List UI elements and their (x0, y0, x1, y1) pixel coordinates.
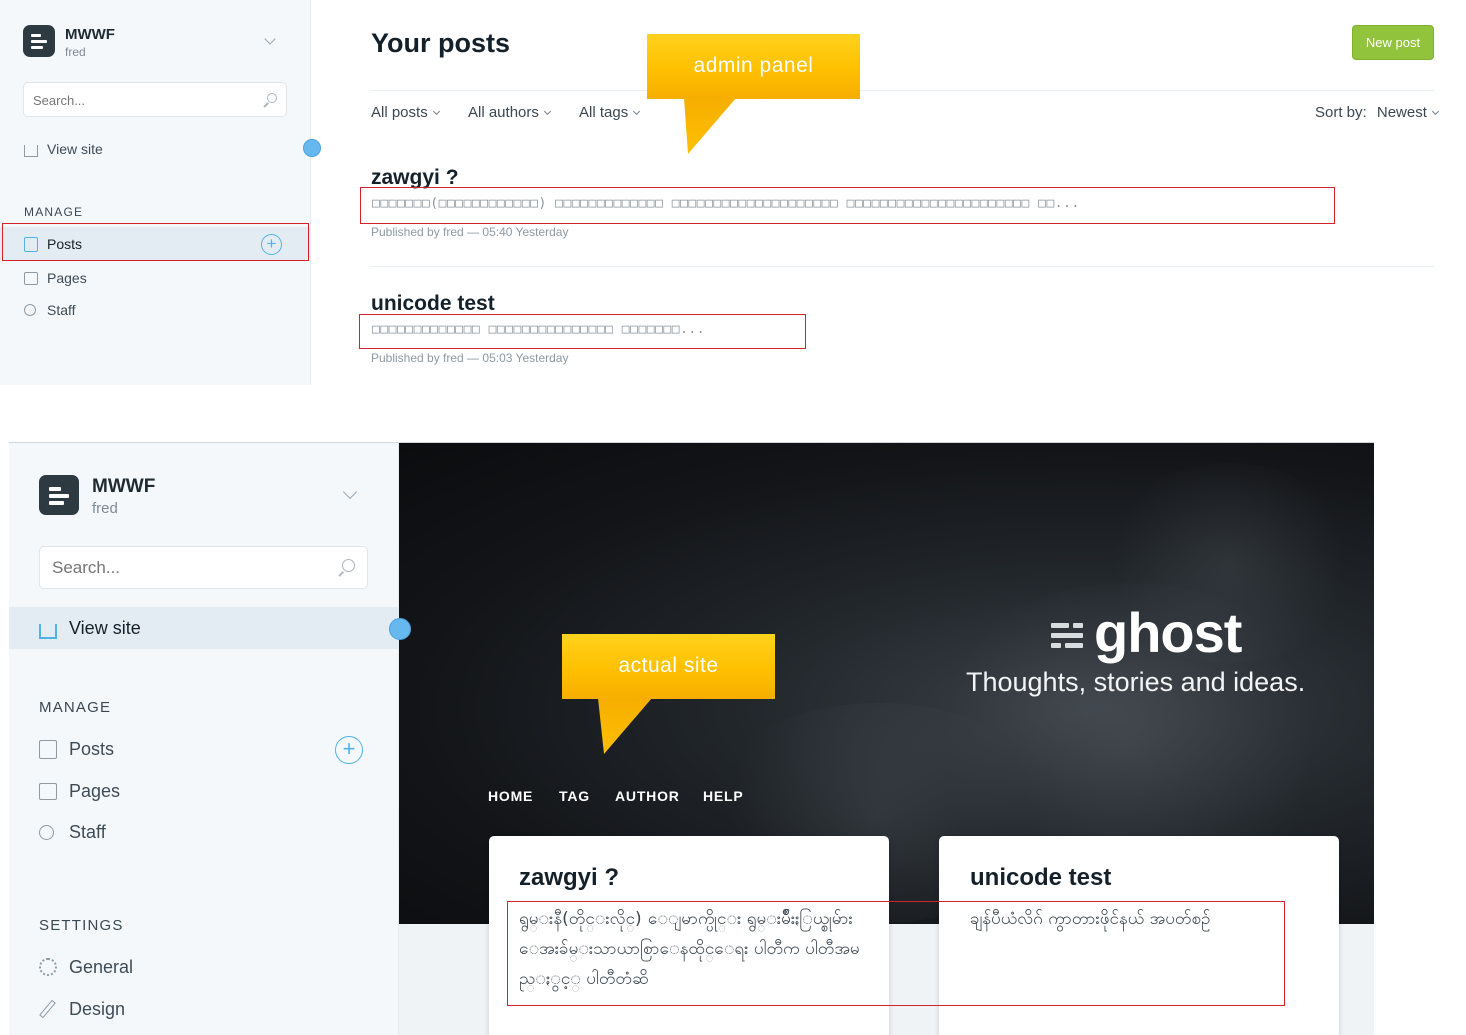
search-input[interactable] (33, 91, 253, 109)
card-excerpt: ချန်ပီယံလိဂ် ကွာတားဖိုင်နယ် အပတ်စဉ် (970, 909, 1211, 929)
post-card[interactable]: zawgyi ? ရွမ္းနီ(တိုင္းလိုင္) ေျမာက္ပိုင… (489, 836, 889, 1035)
add-post-icon[interactable]: + (261, 234, 282, 255)
card-excerpt: ရွမ္းနီ(တိုင္းလိုင္) ေျမာက္ပိုင္း ရွမ္းမ… (519, 909, 860, 989)
home-icon (39, 623, 57, 639)
sidebar-item-staff[interactable]: Staff (9, 818, 398, 846)
chevron-down-icon[interactable] (264, 33, 276, 45)
nav-tag[interactable]: TAG (559, 788, 590, 804)
sidebar-item-view-site[interactable]: View site (0, 136, 310, 162)
manage-section-label: MANAGE (24, 205, 84, 219)
brush-icon (39, 999, 56, 1019)
search-input[interactable] (52, 557, 322, 579)
sidebar-item-pages[interactable]: Pages (9, 777, 398, 805)
nav-help[interactable]: HELP (703, 788, 744, 804)
post-card[interactable]: unicode test ချန်ပီယံလိဂ် ကွာတားဖိုင်နယ်… (939, 836, 1339, 1035)
blog-title: MWWF (65, 26, 115, 43)
post-meta: Published by fred — 05:03 Yesterday (371, 351, 569, 365)
sidebar-item-label: Staff (47, 302, 76, 318)
posts-icon (24, 236, 38, 252)
sidebar-item-label: General (69, 956, 134, 977)
nav-home[interactable]: HOME (488, 788, 533, 804)
sidebar-item-staff[interactable]: Staff (0, 298, 310, 322)
filter-label: All tags (579, 104, 629, 121)
chevron-down-icon (543, 107, 551, 116)
card-title[interactable]: zawgyi ? (519, 864, 619, 892)
post-excerpt: □□□□□□□(□□□□□□□□□□□□) □□□□□□□□□□□□□ □□□□… (372, 196, 1080, 211)
card-title[interactable]: unicode test (970, 864, 1111, 892)
nav-author[interactable]: AUTHOR (615, 788, 680, 804)
post-title[interactable]: unicode test (371, 292, 495, 316)
sidebar-item-pages[interactable]: Pages (0, 266, 310, 290)
search-icon[interactable] (342, 559, 355, 572)
callout-tail (684, 98, 736, 154)
add-post-icon[interactable]: + (335, 736, 363, 764)
sidebar-item-label: Posts (69, 738, 115, 759)
sidebar-item-label: View site (69, 617, 141, 638)
sidebar-item-label: Posts (47, 236, 83, 252)
post-divider (371, 266, 1434, 267)
staff-icon (24, 304, 36, 316)
header-divider (371, 90, 1434, 91)
chevron-down-icon (432, 107, 440, 116)
admin-panel-screenshot: MWWF fred View site MANAGE Posts + Pages… (0, 0, 1466, 385)
search-icon[interactable] (267, 93, 277, 103)
gear-icon (39, 958, 57, 976)
site-tagline: Thoughts, stories and ideas. (966, 667, 1306, 697)
scroll-indicator[interactable] (389, 618, 411, 640)
home-icon (24, 145, 38, 157)
filter-label: All authors (468, 104, 539, 121)
sidebar-item-label: Pages (47, 270, 87, 286)
page-title: Your posts (371, 28, 511, 58)
filter-all-tags[interactable]: All tags (579, 104, 641, 121)
search-field[interactable] (39, 546, 368, 589)
sidebar-item-view-site[interactable]: View site (9, 607, 398, 649)
callout-tail (598, 698, 652, 754)
sidebar-item-label: Staff (69, 821, 106, 842)
pages-icon (39, 782, 57, 800)
sidebar-item-design[interactable]: Design (9, 995, 398, 1023)
ghost-logo-text[interactable]: ghost (1094, 600, 1242, 665)
actual-site-screenshot: MWWF fred View site MANAGE Posts + Pages… (9, 442, 1374, 1035)
manage-section-label: MANAGE (39, 699, 112, 716)
callout-admin-panel: admin panel (647, 34, 860, 99)
filter-all-posts[interactable]: All posts (371, 104, 440, 121)
filter-all-authors[interactable]: All authors (468, 104, 551, 121)
sort-control[interactable]: Sort by: Newest (1315, 104, 1439, 121)
post-excerpt: □□□□□□□□□□□□□ □□□□□□□□□□□□□□□ □□□□□□□... (372, 322, 706, 337)
blog-user: fred (65, 45, 86, 59)
filter-label: All posts (371, 104, 428, 121)
sort-label: Sort by: (1315, 104, 1367, 121)
sidebar-item-general[interactable]: General (9, 953, 398, 981)
chevron-down-icon (1431, 107, 1439, 116)
sidebar-item-label: View site (47, 141, 103, 157)
chevron-down-icon (633, 107, 641, 116)
pages-icon (24, 271, 38, 285)
ghost-logo-icon (1051, 621, 1085, 653)
staff-icon (39, 824, 54, 840)
chevron-down-icon[interactable] (342, 484, 358, 500)
blog-logo-icon (23, 25, 55, 57)
sort-value[interactable]: Newest (1377, 104, 1427, 121)
scroll-indicator[interactable] (303, 139, 321, 157)
blog-user: fred (92, 500, 118, 517)
new-post-button[interactable]: New post (1352, 25, 1434, 60)
blog-title: MWWF (92, 476, 156, 497)
admin-sidebar: MWWF fred View site MANAGE Posts + Pages… (0, 0, 311, 385)
settings-section-label: SETTINGS (39, 917, 124, 934)
search-field[interactable] (23, 82, 287, 117)
sidebar-item-label: Design (69, 998, 126, 1019)
callout-actual-site: actual site (562, 634, 775, 699)
post-title[interactable]: zawgyi ? (371, 166, 459, 190)
site-admin-sidebar: MWWF fred View site MANAGE Posts + Pages… (9, 443, 399, 1035)
post-meta: Published by fred — 05:40 Yesterday (371, 225, 569, 239)
sidebar-item-label: Pages (69, 780, 121, 801)
blog-logo-icon (39, 475, 79, 515)
posts-icon (39, 739, 57, 759)
